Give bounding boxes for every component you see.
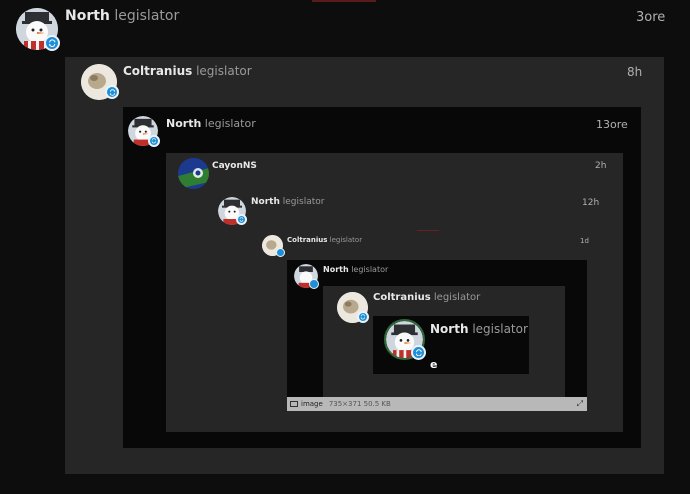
avatar-north-3[interactable] [128, 116, 160, 147]
sync-badge-icon [44, 35, 60, 51]
image-meta: 735×371 50.5 KB [328, 400, 391, 408]
post-time[interactable]: 13ore [596, 118, 628, 131]
avatar-coltranius-6[interactable] [262, 235, 285, 257]
sync-badge-icon [105, 85, 119, 99]
image-icon [290, 401, 298, 407]
image-label: image [301, 400, 323, 408]
sync-badge-icon [276, 248, 285, 257]
image-info-bar[interactable]: image 735×371 50.5 KB ⤢ [287, 397, 587, 411]
author-name[interactable]: North [430, 322, 468, 336]
sync-badge-icon [148, 135, 160, 147]
author-role: legislator [204, 117, 256, 130]
post-header-5: North legislator [251, 197, 324, 207]
author-role: legislator [196, 64, 252, 78]
sync-badge-icon [411, 345, 426, 360]
post-header-6: Coltranius legislator [287, 236, 362, 244]
post-header-7: North legislator [323, 265, 388, 274]
avatar-north-1[interactable] [16, 8, 60, 51]
avatar-north-5[interactable] [218, 197, 247, 225]
author-name[interactable]: Coltranius [373, 292, 431, 303]
author-name[interactable]: Coltranius [287, 236, 327, 244]
sync-badge-icon [236, 214, 247, 225]
post-time[interactable]: 3ore [636, 10, 665, 25]
post-header-2: Coltranius legislator [123, 64, 252, 78]
author-name[interactable]: North [65, 8, 110, 24]
avatar-north-7[interactable] [294, 264, 319, 289]
post-time[interactable]: 12h [582, 198, 599, 208]
author-role: legislator [433, 292, 481, 303]
avatar-north-9[interactable] [384, 319, 426, 360]
author-name[interactable]: North [323, 265, 349, 274]
author-role: legislator [351, 265, 389, 274]
author-name[interactable]: CayonNS [212, 161, 257, 171]
sync-badge-icon [357, 311, 369, 323]
post-header-4: CayonNS [212, 161, 257, 171]
author-role: legislator [114, 8, 180, 24]
post-header-8: Coltranius legislator [373, 292, 480, 303]
avatar-coltranius-8[interactable] [337, 292, 369, 323]
avatar-coltranius-2[interactable] [81, 64, 119, 100]
post-time[interactable]: 8h [627, 65, 642, 79]
author-role: legislator [472, 322, 528, 336]
avatar-cayonns-4[interactable] [178, 158, 209, 189]
post-header-9: North legislator [430, 322, 528, 336]
small-divider-mark [417, 230, 439, 231]
author-name[interactable]: North [251, 197, 280, 207]
sync-badge-icon [309, 279, 319, 289]
post-header-1: North legislator [65, 8, 179, 24]
author-name[interactable]: Coltranius [123, 64, 192, 78]
author-role: legislator [329, 236, 363, 244]
post-header-3: North legislator [166, 117, 256, 130]
post-time[interactable]: 2h [595, 161, 606, 171]
expand-icon[interactable]: ⤢ [577, 399, 583, 409]
post-body-text: e [430, 358, 438, 371]
author-role: legislator [282, 197, 325, 207]
author-name[interactable]: North [166, 117, 201, 130]
post-time[interactable]: 1d [580, 237, 589, 245]
top-divider-mark [312, 0, 376, 2]
